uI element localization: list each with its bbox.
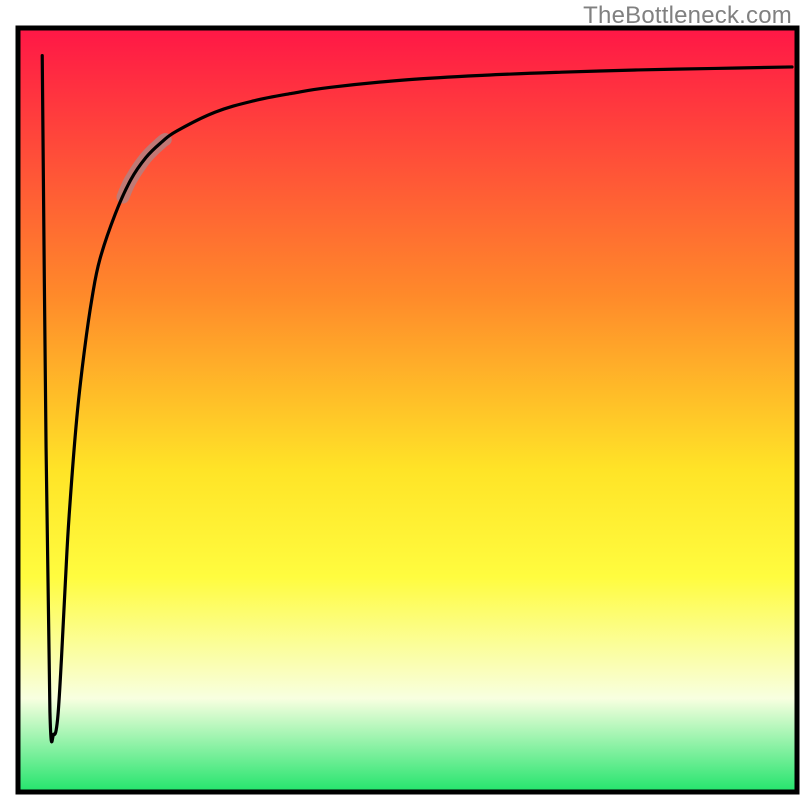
gradient-background (21, 31, 795, 790)
bottleneck-chart (0, 0, 800, 800)
chart-stage: TheBottleneck.com (0, 0, 800, 800)
watermark-text: TheBottleneck.com (583, 2, 792, 30)
